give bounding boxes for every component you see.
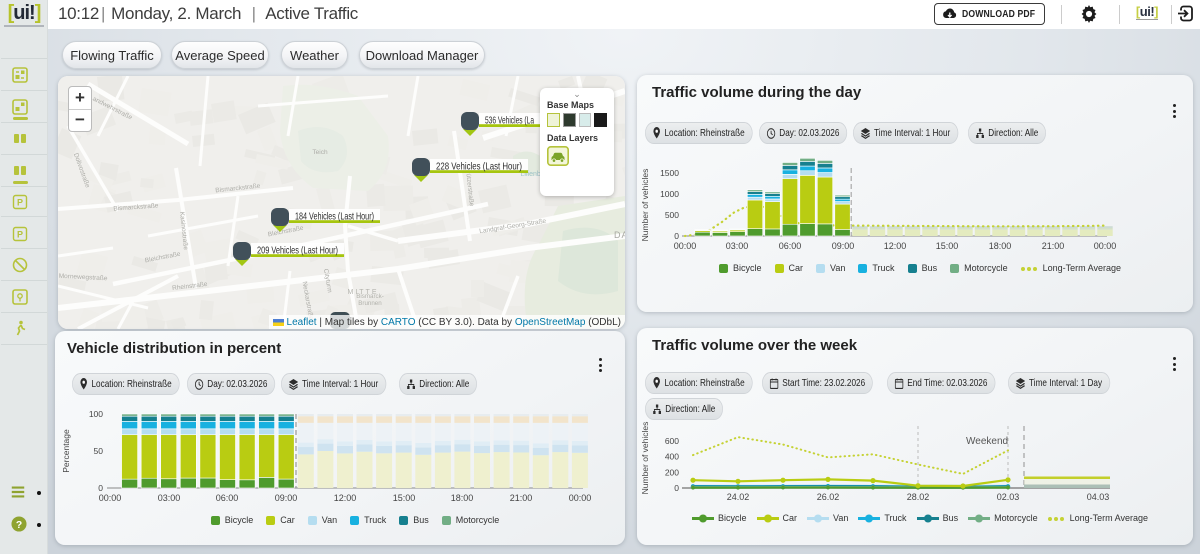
svg-text:18:00: 18:00 (989, 241, 1012, 251)
svg-text:DAR: DAR (614, 230, 625, 240)
svg-text:536 Vehicles (La: 536 Vehicles (La (485, 115, 534, 127)
svg-text:Teich: Teich (312, 149, 328, 156)
svg-text:21:00: 21:00 (1042, 241, 1065, 251)
svg-text:12:00: 12:00 (884, 241, 907, 251)
svg-text:400: 400 (665, 452, 679, 462)
svg-text:00:00: 00:00 (569, 493, 592, 503)
svg-text:228 Vehicles (Last Hour): 228 Vehicles (Last Hour) (436, 161, 522, 173)
svg-text:09:00: 09:00 (832, 241, 855, 251)
svg-text:00:00: 00:00 (99, 493, 122, 503)
svg-text:00:00: 00:00 (674, 241, 697, 251)
svg-text:06:00: 06:00 (779, 241, 802, 251)
svg-text:600: 600 (665, 436, 679, 446)
svg-text:21:00: 21:00 (510, 493, 533, 503)
svg-text:209 Vehicles (Last Hour): 209 Vehicles (Last Hour) (257, 245, 338, 257)
svg-text:1500: 1500 (660, 168, 679, 178)
svg-text:?: ? (16, 520, 22, 531)
svg-text:200: 200 (665, 467, 679, 477)
svg-text:26.02: 26.02 (817, 492, 840, 502)
svg-text:04.03: 04.03 (1087, 492, 1110, 502)
svg-text:28.02: 28.02 (907, 492, 930, 502)
svg-text:Weekend: Weekend (966, 436, 1008, 447)
svg-text:P: P (17, 230, 23, 240)
svg-text:1000: 1000 (660, 189, 679, 199)
svg-text:00:00: 00:00 (1094, 241, 1117, 251)
svg-text:Percentage: Percentage (61, 429, 71, 473)
svg-text:100: 100 (89, 409, 103, 419)
svg-text:03:00: 03:00 (158, 493, 181, 503)
svg-text:0: 0 (674, 483, 679, 493)
svg-text:50: 50 (94, 446, 104, 456)
svg-text:12:00: 12:00 (334, 493, 357, 503)
svg-text:09:00: 09:00 (275, 493, 298, 503)
svg-text:184 Vehicles (Last Hour): 184 Vehicles (Last Hour) (295, 211, 374, 223)
svg-text:500: 500 (665, 210, 679, 220)
svg-text:18:00: 18:00 (451, 493, 474, 503)
svg-text:Bismarck-Brunnen: Bismarck-Brunnen (356, 293, 384, 307)
svg-text:15:00: 15:00 (936, 241, 959, 251)
svg-text:24.02: 24.02 (727, 492, 750, 502)
svg-text:Number of vehicles: Number of vehicles (640, 169, 650, 242)
svg-text:0: 0 (674, 231, 679, 241)
svg-text:02.03: 02.03 (997, 492, 1020, 502)
svg-text:P: P (17, 198, 23, 208)
svg-text:03:00: 03:00 (726, 241, 749, 251)
svg-text:06:00: 06:00 (216, 493, 239, 503)
svg-text:Number of vehicles: Number of vehicles (640, 422, 650, 495)
svg-text:15:00: 15:00 (393, 493, 416, 503)
svg-text:0: 0 (98, 483, 103, 493)
